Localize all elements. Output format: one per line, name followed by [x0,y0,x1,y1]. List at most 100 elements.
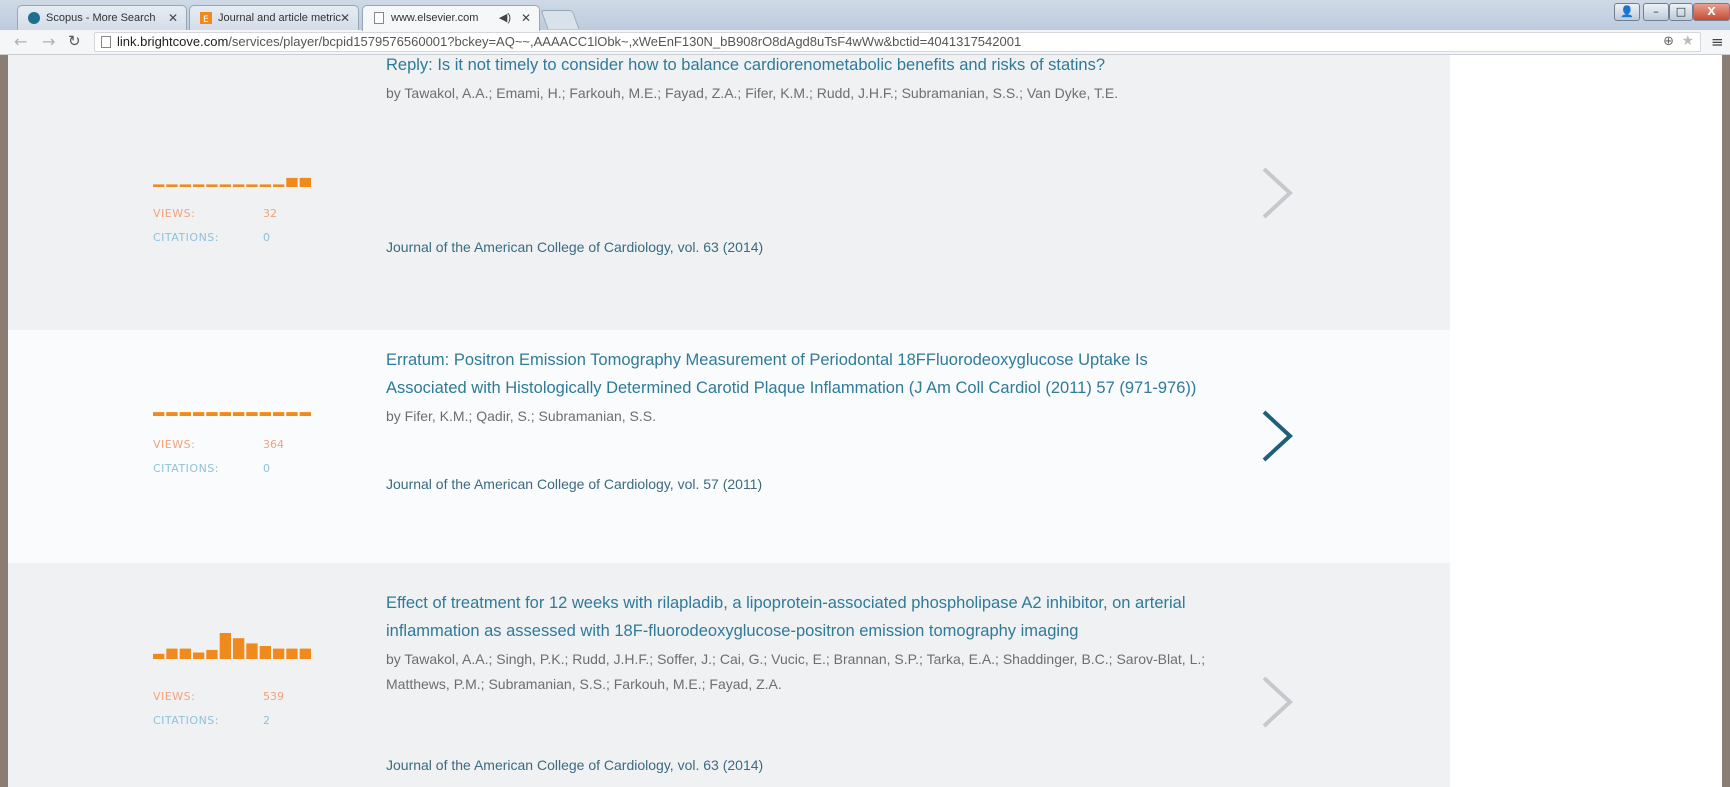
tab-label: Scopus - More Search [46,12,156,24]
views-trend-chart [153,633,311,659]
views-label: VIEWS: [153,438,196,451]
article-journal: Journal of the American College of Cardi… [386,239,764,255]
article-metrics: VIEWS: 364 CITATIONS: 0 [153,433,284,481]
trend-bar [273,412,285,416]
maximize-button[interactable]: □ [1669,3,1693,21]
article-authors: by Tawakol, A.A.; Singh, P.K.; Rudd, J.H… [386,651,1206,692]
trend-bar [299,648,311,659]
trend-bar [166,648,178,659]
article-row[interactable]: VIEWS: 32 CITATIONS: 0 Reply: Is it not ti… [8,55,1450,330]
trend-bar [206,649,218,659]
trend-bar [153,412,165,416]
tab-label: Journal and article metric [218,12,341,24]
views-trend-chart [153,412,311,416]
article-title[interactable]: Effect of treatment for 12 weeks with ri… [386,589,1216,645]
chevron-right-icon[interactable] [1258,408,1298,464]
article-list: VIEWS: 32 CITATIONS: 0 Reply: Is it not ti… [8,55,1450,787]
views-count: 539 [263,690,284,703]
new-tab-button[interactable] [540,10,580,29]
trend-bar [179,412,191,416]
views-label: VIEWS: [153,207,196,220]
views-metric: VIEWS: 364 [153,433,284,457]
chevron-right-icon[interactable] [1258,674,1298,730]
audio-playing-icon[interactable]: ◀) [499,6,511,30]
trend-bar [179,648,191,659]
url-host: link.brightcove.com [117,34,229,49]
views-label: VIEWS: [153,690,196,703]
citations-metric: CITATIONS: 0 [153,226,277,250]
hamburger-menu-icon[interactable]: ≡ [1711,33,1724,51]
article-row[interactable]: VIEWS: 364 CITATIONS: 0 Erratum: Positron … [8,330,1450,563]
trend-bar [299,177,311,187]
browser-toolbar: ← → ↻ link.brightcove.com/services/playe… [0,30,1730,55]
trend-bar [179,184,191,187]
citations-metric: CITATIONS: 0 [153,457,284,481]
trend-bar [259,184,271,187]
trend-bar [246,643,258,659]
trend-bar [273,184,285,187]
close-tab-icon[interactable]: ✕ [340,6,350,30]
elsevier-favicon-icon: E [200,12,212,24]
trend-bar [259,412,271,416]
trend-bar [153,653,165,659]
page-info-icon[interactable] [101,36,111,48]
reload-icon[interactable]: ↻ [68,32,81,50]
zoom-icon[interactable]: ⊕ [1663,34,1674,49]
article-metrics: VIEWS: 539 CITATIONS: 2 [153,685,284,733]
trend-bar [206,412,218,416]
citations-metric: CITATIONS: 2 [153,709,284,733]
scopus-favicon-icon [28,12,40,24]
citations-label: CITATIONS: [153,231,219,244]
citations-count: 0 [263,231,270,244]
trend-bar [193,412,205,416]
browser-title-bar: Scopus - More Search ✕ E Journal and art… [0,0,1730,31]
trend-bar [193,184,205,187]
user-profile-icon[interactable]: 👤 [1614,3,1640,21]
tab-scopus[interactable]: Scopus - More Search ✕ [17,5,187,30]
citations-label: CITATIONS: [153,714,219,727]
trend-bar [246,184,258,187]
article-info: Erratum: Positron Emission Tomography Me… [386,346,1216,429]
star-icon[interactable]: ★ [1681,33,1694,49]
trend-bar [286,177,298,187]
article-authors: by Tawakol, A.A.; Emami, H.; Farkouh, M.… [386,85,1119,101]
tab-journal-metrics[interactable]: E Journal and article metric ✕ [189,5,359,30]
url-text[interactable]: link.brightcove.com/services/player/bcpi… [117,33,1021,51]
article-title[interactable]: Erratum: Positron Emission Tomography Me… [386,346,1216,402]
article-info: Effect of treatment for 12 weeks with ri… [386,589,1216,697]
forward-arrow-icon[interactable]: → [42,32,55,51]
trend-bar [233,412,245,416]
article-metrics: VIEWS: 32 CITATIONS: 0 [153,202,277,250]
trend-bar [286,648,298,659]
trend-bar [233,638,245,659]
close-window-button[interactable]: X [1693,3,1730,21]
close-tab-icon[interactable]: ✕ [168,6,178,30]
trend-bar [273,648,285,659]
views-count: 364 [263,438,284,451]
chevron-right-icon[interactable] [1258,165,1298,221]
views-count: 32 [263,207,277,220]
back-arrow-icon[interactable]: ← [14,32,27,51]
address-bar[interactable]: link.brightcove.com/services/player/bcpi… [94,32,1701,52]
article-title[interactable]: Reply: Is it not timely to consider how … [386,55,1216,79]
trend-bar [286,412,298,416]
article-row[interactable]: VIEWS: 539 CITATIONS: 2 Effect of treatmen… [8,563,1450,787]
close-tab-icon[interactable]: ✕ [521,6,531,30]
trend-bar [233,184,245,187]
trend-bar [259,646,271,659]
trend-bar [206,184,218,187]
citations-label: CITATIONS: [153,462,219,475]
trend-bar [219,412,231,416]
svg-text:E: E [203,15,209,24]
article-journal: Journal of the American College of Cardi… [386,757,764,773]
trend-bar [166,412,178,416]
minimize-button[interactable]: – [1643,3,1669,21]
trend-bar [166,184,178,187]
views-metric: VIEWS: 539 [153,685,284,709]
tab-elsevier[interactable]: www.elsevier.com ◀) ✕ [362,5,540,31]
trend-bar [219,184,231,187]
trend-bar [193,652,205,659]
article-info: Reply: Is it not timely to consider how … [386,55,1216,106]
trend-bar [299,412,311,416]
url-path: /services/player/bcpid1579576560001?bcke… [228,34,1022,49]
